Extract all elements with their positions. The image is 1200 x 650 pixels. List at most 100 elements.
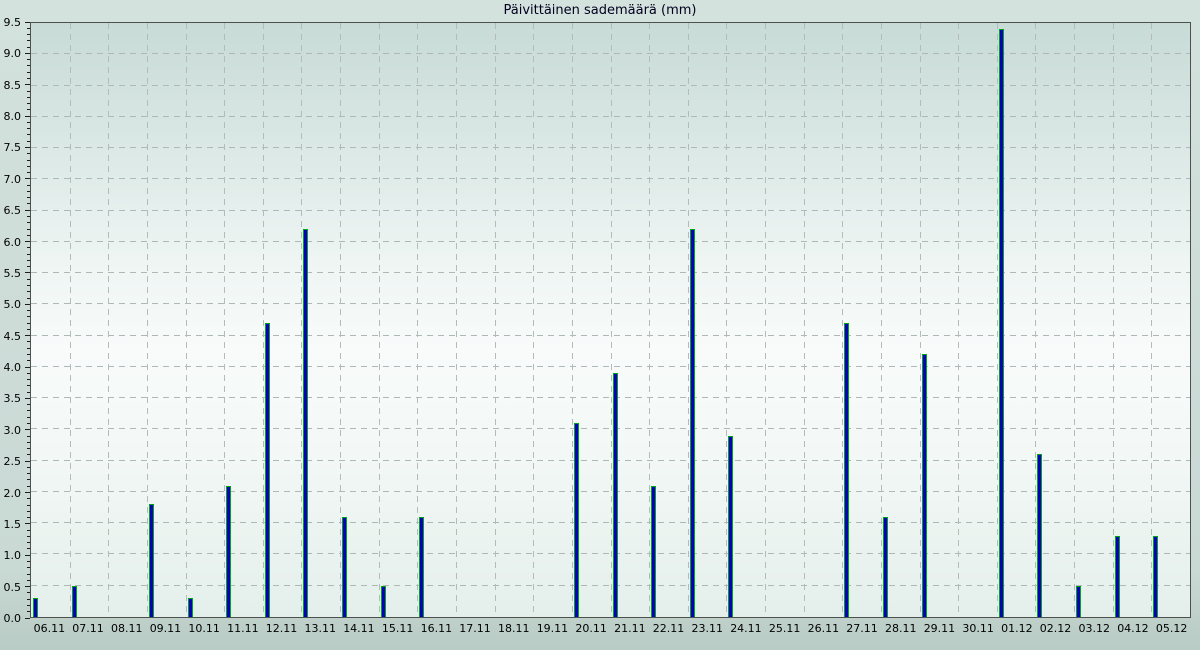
x-axis-tick-label: 17.11 [459,622,491,635]
y-axis-tick-label: 8.0 [4,111,22,122]
chart-title: Päivittäinen sademäärä (mm) [0,3,1200,18]
x-axis-tick-label: 18.11 [498,622,530,635]
bar [690,229,695,617]
bar [922,354,927,617]
x-axis-tick-label: 26.11 [808,622,840,635]
y-axis-tick-label: 0.5 [4,582,22,593]
x-gridline [997,23,998,617]
x-gridline [958,23,959,617]
x-gridline [649,23,650,617]
y-axis-tick-label: 7.5 [4,142,22,153]
y-axis-tick-label: 4.0 [4,362,22,373]
y-axis-tick-label: 5.0 [4,299,22,310]
x-gridline [726,23,727,617]
y-axis-tick-label: 1.5 [4,519,22,530]
bar [999,29,1004,617]
x-axis-tick-label: 25.11 [769,622,801,635]
bar [1037,454,1042,617]
x-axis-tick-label: 19.11 [537,622,569,635]
y-axis-tick-label: 1.0 [4,550,22,561]
x-axis-tick-label: 12.11 [266,622,298,635]
x-axis: 06.1107.1108.1109.1110.1111.1112.1113.11… [30,622,1191,640]
x-axis-tick-label: 29.11 [924,622,956,635]
x-gridline [263,23,264,617]
bar [33,598,38,617]
x-axis-tick-label: 07.11 [72,622,104,635]
y-axis-tick-label: 9.0 [4,48,22,59]
x-axis-tick-label: 11.11 [227,622,259,635]
x-gridline [1113,23,1114,617]
x-axis-tick-label: 28.11 [885,622,917,635]
x-axis-tick-label: 04.12 [1117,622,1149,635]
x-gridline [688,23,689,617]
x-axis-tick-label: 16.11 [421,622,453,635]
x-gridline [765,23,766,617]
x-axis-tick-label: 01.12 [1001,622,1033,635]
bar [613,373,618,617]
x-gridline [804,23,805,617]
x-axis-tick-label: 09.11 [150,622,182,635]
bar [419,517,424,617]
bar [883,517,888,617]
x-gridline [186,23,187,617]
x-gridline [70,23,71,617]
bar [303,229,308,617]
x-gridline [147,23,148,617]
x-gridline [572,23,573,617]
x-gridline [1151,23,1152,617]
y-axis-tick-label: 9.5 [4,17,22,28]
y-axis-tick-label: 3.0 [4,425,22,436]
x-gridline [881,23,882,617]
x-axis-tick-label: 06.11 [34,622,66,635]
bar [342,517,347,617]
y-axis-tick-label: 2.0 [4,488,22,499]
x-axis-tick-label: 30.11 [962,622,994,635]
bar [188,598,193,617]
x-gridline [533,23,534,617]
x-axis-tick-label: 27.11 [846,622,878,635]
x-gridline [379,23,380,617]
x-axis-tick-label: 24.11 [730,622,762,635]
x-axis-tick-label: 22.11 [653,622,685,635]
x-gridline [224,23,225,617]
y-axis-tick-label: 5.5 [4,268,22,279]
x-gridline [456,23,457,617]
bar [1153,536,1158,617]
bar [1115,536,1120,617]
x-gridline [340,23,341,617]
bar [728,436,733,617]
x-gridline [1074,23,1075,617]
x-axis-tick-label: 15.11 [382,622,414,635]
y-axis-tick-label: 3.5 [4,393,22,404]
x-axis-tick-label: 14.11 [343,622,375,635]
x-gridline [920,23,921,617]
y-axis-tick-label: 0.0 [4,613,22,624]
y-axis: 0.00.51.01.52.02.53.03.54.04.55.05.56.06… [0,22,30,618]
bar [226,486,231,617]
y-axis-tick-label: 6.5 [4,205,22,216]
y-axis-tick-label: 7.0 [4,174,22,185]
y-axis-tick-label: 6.0 [4,237,22,248]
bar [149,504,154,617]
x-axis-tick-label: 05.12 [1156,622,1188,635]
bar [265,323,270,617]
bar [651,486,656,617]
x-gridline [611,23,612,617]
plot-area [30,22,1191,618]
x-axis-tick-label: 13.11 [305,622,337,635]
rainfall-chart: Päivittäinen sademäärä (mm) 0.0 0.5 1.0 1.5… [0,0,1200,650]
x-axis-tick-label: 23.11 [692,622,724,635]
x-axis-tick-label: 03.12 [1079,622,1111,635]
bar [574,423,579,617]
x-axis-tick-label: 21.11 [614,622,646,635]
x-axis-tick-label: 20.11 [575,622,607,635]
y-axis-tick-label: 2.5 [4,456,22,467]
x-gridline [842,23,843,617]
bar [381,586,386,617]
x-gridline [301,23,302,617]
x-gridline [1035,23,1036,617]
x-gridline [417,23,418,617]
y-axis-tick-label: 8.5 [4,80,22,91]
x-gridline [495,23,496,617]
bar [72,586,77,617]
